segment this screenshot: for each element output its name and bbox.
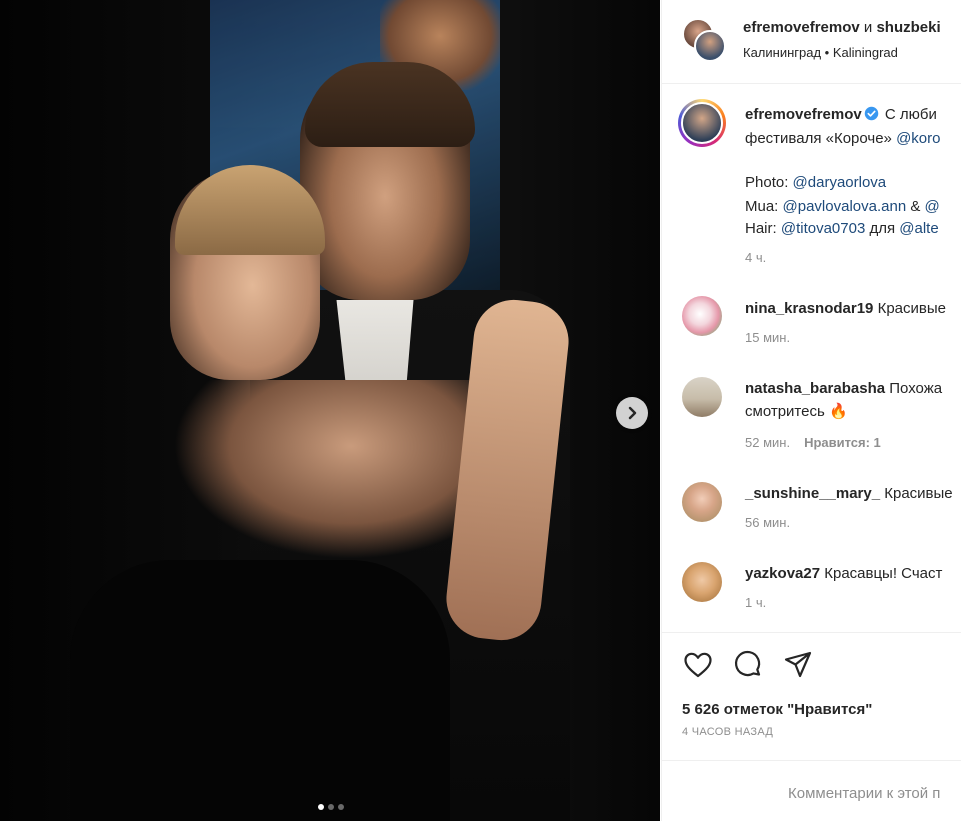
- verified-badge-icon: [864, 106, 878, 121]
- heart-icon[interactable]: [682, 649, 714, 681]
- comment-time[interactable]: 1 ч.: [745, 595, 766, 610]
- comment-text-continued: смотритесь 🔥: [745, 403, 848, 420]
- collab-avatars[interactable]: [682, 18, 726, 62]
- author-link[interactable]: efremovefremov: [743, 19, 860, 36]
- caption-username[interactable]: efremovefremov: [745, 106, 862, 123]
- mention-link[interactable]: @: [925, 198, 940, 215]
- carousel-dot-3: [338, 804, 344, 810]
- avatar[interactable]: [682, 482, 722, 522]
- share-icon[interactable]: [782, 649, 814, 681]
- comment-username[interactable]: nina_krasnodar19: [745, 300, 873, 317]
- caption-credit-photo: Photo: @daryaorlova: [745, 172, 886, 194]
- post-photo: [0, 0, 660, 821]
- caption-line-1: efremovefremov С люби: [745, 104, 937, 126]
- comment-time[interactable]: 56 мин.: [745, 515, 790, 530]
- credit-separator: &: [906, 198, 925, 215]
- comments-list[interactable]: efremovefremov С люби фестиваля «Короче»…: [662, 85, 961, 630]
- carousel-indicator: [0, 804, 660, 810]
- comment-time[interactable]: 52 мин.: [745, 435, 790, 450]
- mention-link[interactable]: @daryaorlova: [793, 174, 887, 191]
- post-authors: efremovefremov и shuzbeki: [743, 19, 941, 36]
- mention-link[interactable]: @titova0703: [781, 220, 865, 237]
- mention-link[interactable]: @pavlovalova.ann: [783, 198, 907, 215]
- post-actions: 5 626 отметок "Нравится" 4 ЧАСОВ НАЗАД: [662, 632, 961, 760]
- credit-label: Photo:: [745, 174, 793, 191]
- avatar: [681, 102, 723, 144]
- chevron-right-icon: [628, 406, 637, 420]
- carousel-dot-1: [318, 804, 324, 810]
- credit-label: Mua:: [745, 198, 783, 215]
- comment-item: _sunshine__mary_ Красивые: [745, 483, 953, 505]
- comment-text: Красавцы! Счаст: [824, 565, 943, 582]
- avatar[interactable]: [694, 30, 726, 62]
- post-time[interactable]: 4 ЧАСОВ НАЗАД: [682, 726, 773, 738]
- comment-text: Красивые: [884, 485, 953, 502]
- comment-input[interactable]: [788, 781, 961, 805]
- credit-separator: для: [865, 220, 900, 237]
- avatar[interactable]: [682, 377, 722, 417]
- avatar[interactable]: [682, 296, 722, 336]
- post-photo-panel: [0, 0, 660, 821]
- woman-dress: [70, 560, 450, 821]
- carousel-dot-2: [328, 804, 334, 810]
- comment-item: nina_krasnodar19 Красивые: [745, 298, 946, 320]
- comment-text: Похожа: [889, 380, 943, 397]
- comment-likes[interactable]: Нравится: 1: [804, 435, 881, 450]
- post-header: efremovefremov и shuzbeki Калининград • …: [662, 0, 961, 84]
- coauthor-link[interactable]: shuzbeki: [876, 19, 940, 36]
- post-side-panel: efremovefremov и shuzbeki Калининград • …: [661, 0, 961, 821]
- comment-username[interactable]: yazkova27: [745, 565, 820, 582]
- author-conjunction: и: [864, 19, 877, 36]
- comment-meta: 52 мин. Нравится: 1: [745, 435, 881, 450]
- caption-text: С люби: [884, 106, 937, 123]
- caption-text: фестиваля «Короче»: [745, 130, 897, 147]
- comment-time[interactable]: 15 мин.: [745, 330, 790, 345]
- comment-username[interactable]: _sunshine__mary_: [745, 485, 880, 502]
- avatar[interactable]: [682, 562, 722, 602]
- mention-link[interactable]: @alte: [899, 220, 938, 237]
- conjunction-text: и: [863, 19, 873, 36]
- caption-line-2: фестиваля «Короче» @koro: [745, 128, 940, 150]
- credit-label: Hair:: [745, 220, 781, 237]
- add-comment-bar: [662, 760, 961, 821]
- carousel-next-button[interactable]: [616, 397, 648, 429]
- comment-username[interactable]: natasha_barabasha: [745, 380, 885, 397]
- caption-credit-mua: Mua: @pavlovalova.ann & @: [745, 196, 940, 218]
- comment-item: yazkova27 Красавцы! Счаст: [745, 563, 942, 585]
- comment-text: Красивые: [877, 300, 946, 317]
- likes-count[interactable]: 5 626 отметок "Нравится": [682, 701, 872, 718]
- comment-item: natasha_barabasha Похожа: [745, 378, 942, 400]
- location-link[interactable]: Калининград • Kaliningrad: [743, 45, 898, 60]
- comment-icon[interactable]: [732, 649, 764, 681]
- caption-time[interactable]: 4 ч.: [745, 250, 766, 265]
- author-avatar[interactable]: [678, 99, 726, 147]
- mention-link[interactable]: @koro: [896, 130, 940, 147]
- caption-credit-hair: Hair: @titova0703 для @alte: [745, 218, 939, 240]
